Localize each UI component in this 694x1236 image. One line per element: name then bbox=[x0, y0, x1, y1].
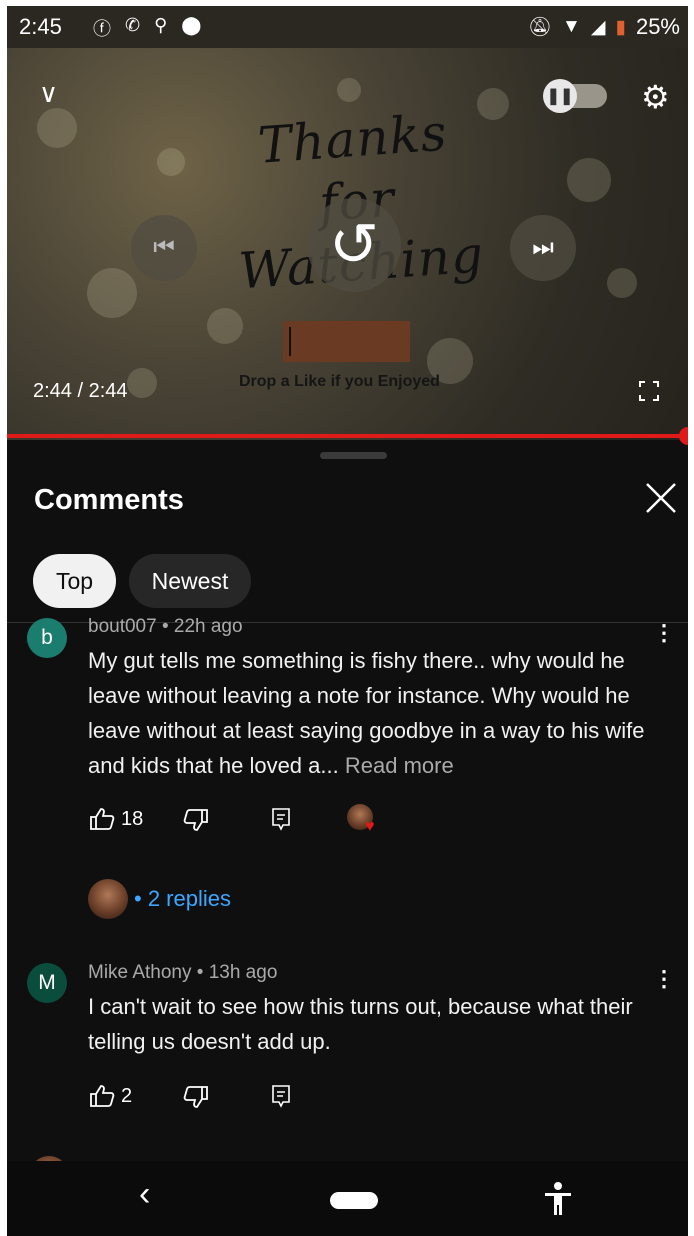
replay-icon: ↺ bbox=[328, 211, 380, 278]
time-display: 2:44 / 2:44 bbox=[33, 380, 128, 402]
like-count: 18 bbox=[121, 807, 144, 830]
next-button[interactable]: ⏭ bbox=[510, 215, 576, 281]
previous-button[interactable]: ⏮ bbox=[131, 215, 197, 281]
thumbs-down-icon bbox=[183, 809, 208, 831]
reply-button[interactable] bbox=[271, 1084, 291, 1108]
bokeh-light bbox=[337, 78, 361, 102]
wifi-calling-icon: ✆ bbox=[125, 15, 141, 35]
status-icons-right: 🔕︎ ▼ ◢ ▮ 25% bbox=[528, 14, 680, 40]
mute-icon: 🔕︎ bbox=[527, 17, 553, 38]
comment-text[interactable]: My gut tells me something is fishy there… bbox=[88, 643, 658, 783]
skip-next-icon: ⏭ bbox=[532, 234, 554, 261]
drag-handle[interactable] bbox=[320, 452, 387, 459]
dislike-button[interactable] bbox=[183, 1085, 209, 1109]
signal-icon: ◢ bbox=[590, 16, 606, 38]
autoplay-toggle[interactable]: ❚❚ bbox=[543, 79, 607, 113]
avatar[interactable]: b bbox=[27, 618, 67, 658]
video-player[interactable]: Thanks for Watching Drop a Like if you E… bbox=[7, 48, 688, 440]
location-icon: ⬤ bbox=[181, 15, 202, 35]
reply-avatar bbox=[88, 879, 128, 919]
status-bar: 2:45 ⓕ ✆ ⚲ ⬤ 🔕︎ ▼ ◢ ▮ 25% bbox=[7, 6, 688, 48]
dislike-button[interactable] bbox=[183, 808, 209, 832]
bokeh-light bbox=[37, 108, 77, 148]
reply-icon bbox=[272, 808, 290, 831]
read-more-link[interactable]: Read more bbox=[345, 753, 454, 778]
avatar[interactable]: M bbox=[27, 963, 67, 1003]
status-time: 2:45 bbox=[19, 14, 62, 39]
pause-icon: ❚❚ bbox=[543, 79, 577, 113]
bokeh-light bbox=[157, 148, 185, 176]
accessibility-icon[interactable] bbox=[543, 1181, 573, 1217]
bokeh-light bbox=[127, 368, 157, 398]
facebook-icon: ⓕ bbox=[93, 19, 111, 39]
reply-icon bbox=[272, 1085, 290, 1108]
like-button[interactable]: 2 bbox=[89, 1084, 132, 1108]
replay-button[interactable]: ↺ bbox=[307, 198, 401, 292]
fullscreen-icon[interactable] bbox=[639, 381, 659, 401]
back-icon[interactable]: ‹ bbox=[139, 1175, 150, 1214]
bokeh-light bbox=[87, 268, 137, 318]
bokeh-light bbox=[207, 308, 243, 344]
video-progress-bar[interactable] bbox=[7, 434, 688, 438]
reply-button[interactable] bbox=[271, 807, 291, 831]
bokeh-light bbox=[477, 88, 509, 120]
comment-body: I can't wait to see how this turns out, … bbox=[88, 994, 633, 1054]
home-pill[interactable] bbox=[330, 1192, 378, 1209]
status-icons-left: ⓕ ✆ ⚲ ⬤ bbox=[93, 15, 201, 41]
chevron-down-icon[interactable]: ∨ bbox=[39, 78, 58, 109]
battery-percent: 25% bbox=[635, 14, 680, 39]
progress-scrubber[interactable] bbox=[679, 427, 688, 445]
filter-chip-newest[interactable]: Newest bbox=[129, 554, 251, 608]
subscribe-placeholder-box bbox=[283, 321, 410, 362]
like-count: 2 bbox=[121, 1084, 133, 1107]
skip-previous-icon: ⏮ bbox=[153, 234, 175, 261]
heart-icon: ♥ bbox=[365, 818, 375, 835]
video-overlay-subtitle: Drop a Like if you Enjoyed bbox=[239, 373, 440, 390]
like-button[interactable]: 18 bbox=[89, 807, 143, 831]
bokeh-light bbox=[567, 158, 611, 202]
filter-chip-top[interactable]: Top bbox=[33, 554, 116, 608]
system-nav-bar: ‹ bbox=[7, 1161, 688, 1236]
wifi-icon: ▼ bbox=[562, 16, 581, 37]
thumbs-down-icon bbox=[183, 1086, 208, 1108]
close-icon[interactable] bbox=[643, 480, 679, 516]
gear-icon[interactable]: ⚙ bbox=[641, 78, 670, 116]
view-replies-link[interactable]: • 2 replies bbox=[134, 886, 231, 912]
comments-title: Comments bbox=[34, 484, 184, 516]
battery-icon: ▮ bbox=[615, 16, 626, 38]
comment-text[interactable]: I can't wait to see how this turns out, … bbox=[88, 989, 658, 1059]
bokeh-light bbox=[607, 268, 637, 298]
thumbs-up-icon bbox=[90, 808, 115, 830]
comment-meta: Mike Athony • 13h ago bbox=[88, 962, 278, 983]
app-screen: 2:45 ⓕ ✆ ⚲ ⬤ 🔕︎ ▼ ◢ ▮ 25% Thanks for Wat… bbox=[7, 6, 688, 1236]
keyhole-icon: ⚲ bbox=[154, 15, 168, 35]
comment-meta: bout007 • 22h ago bbox=[88, 616, 243, 637]
thumbs-up-icon bbox=[90, 1085, 115, 1107]
